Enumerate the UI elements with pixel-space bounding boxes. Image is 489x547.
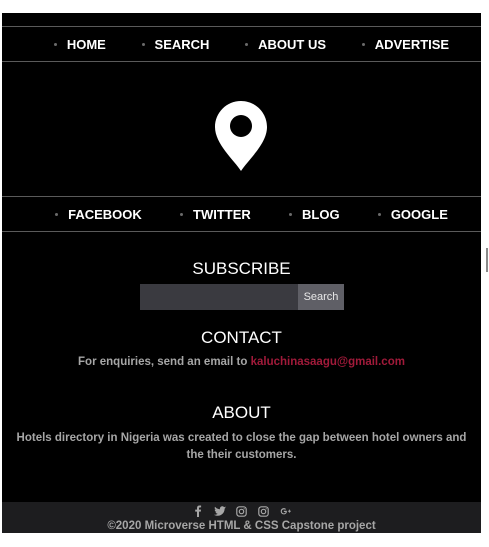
copyright-text: ©2020 Microverse HTML & CSS Capstone pro… [107,520,376,532]
top-nav: HOME SEARCH ABOUT US ADVERTISE [2,27,481,61]
nav-item-label: HOME [66,36,106,52]
divider [2,61,481,62]
subscribe-email-input[interactable] [140,284,298,310]
subscribe-title: SUBSCRIBE [192,259,291,278]
about-title: ABOUT [212,403,271,422]
nav-item-label: GOOGLE [390,206,448,222]
bullet-icon [245,42,249,46]
bullet-icon [141,42,145,46]
google-plus-icon[interactable] [280,505,292,517]
nav-item-label: SEARCH [154,36,210,52]
nav-item-label: ADVERTISE [374,36,450,52]
nav-item-label: ABOUT US [258,36,327,52]
social-icons [2,505,481,517]
instagram-icon[interactable] [236,505,248,517]
subscribe-button[interactable]: Search [298,284,344,310]
instagram-icon[interactable] [258,505,270,517]
scrollbar-fragment [486,248,488,272]
email-link[interactable]: kaluchinasaagu@gmail.com [251,356,405,368]
nav-item-label: TWITTER [193,206,251,222]
nav-item-about-us[interactable]: ABOUT US [245,37,326,52]
bottom-bar: ©2020 Microverse HTML & CSS Capstone pro… [2,502,481,533]
bullet-icon [180,212,184,216]
nav-item-search[interactable]: SEARCH [141,36,210,52]
nav-item-google[interactable]: GOOGLE [377,206,448,222]
contact-title: CONTACT [201,328,282,347]
bullet-icon [289,212,293,216]
nav-item-advertise[interactable]: ADVERTISE [361,36,450,52]
nav-item-label: BLOG [302,206,340,222]
map-pin-icon [215,101,267,171]
facebook-icon[interactable] [192,505,204,517]
about-text: Hotels directory in Nigeria was created … [16,432,467,461]
nav-item-blog[interactable]: BLOG [289,207,340,222]
bullet-icon [55,212,59,216]
contact-text: For enquiries, send an email to kaluchin… [2,356,481,368]
contact-text-label: For enquiries, send an email to [78,356,251,368]
bullet-icon [377,212,381,216]
bullet-icon [361,42,365,46]
bullet-icon [53,42,57,46]
nav-item-facebook[interactable]: FACEBOOK [55,207,142,222]
divider [2,231,481,232]
nav-item-home[interactable]: HOME [53,36,106,52]
social-nav: FACEBOOK TWITTER BLOG GOOGLE [2,197,481,231]
twitter-icon[interactable] [213,505,226,517]
site-footer: HOME SEARCH ABOUT US ADVERTISE FACEBOOK … [2,13,481,533]
nav-item-label: FACEBOOK [68,206,142,222]
nav-item-twitter[interactable]: TWITTER [180,207,251,222]
